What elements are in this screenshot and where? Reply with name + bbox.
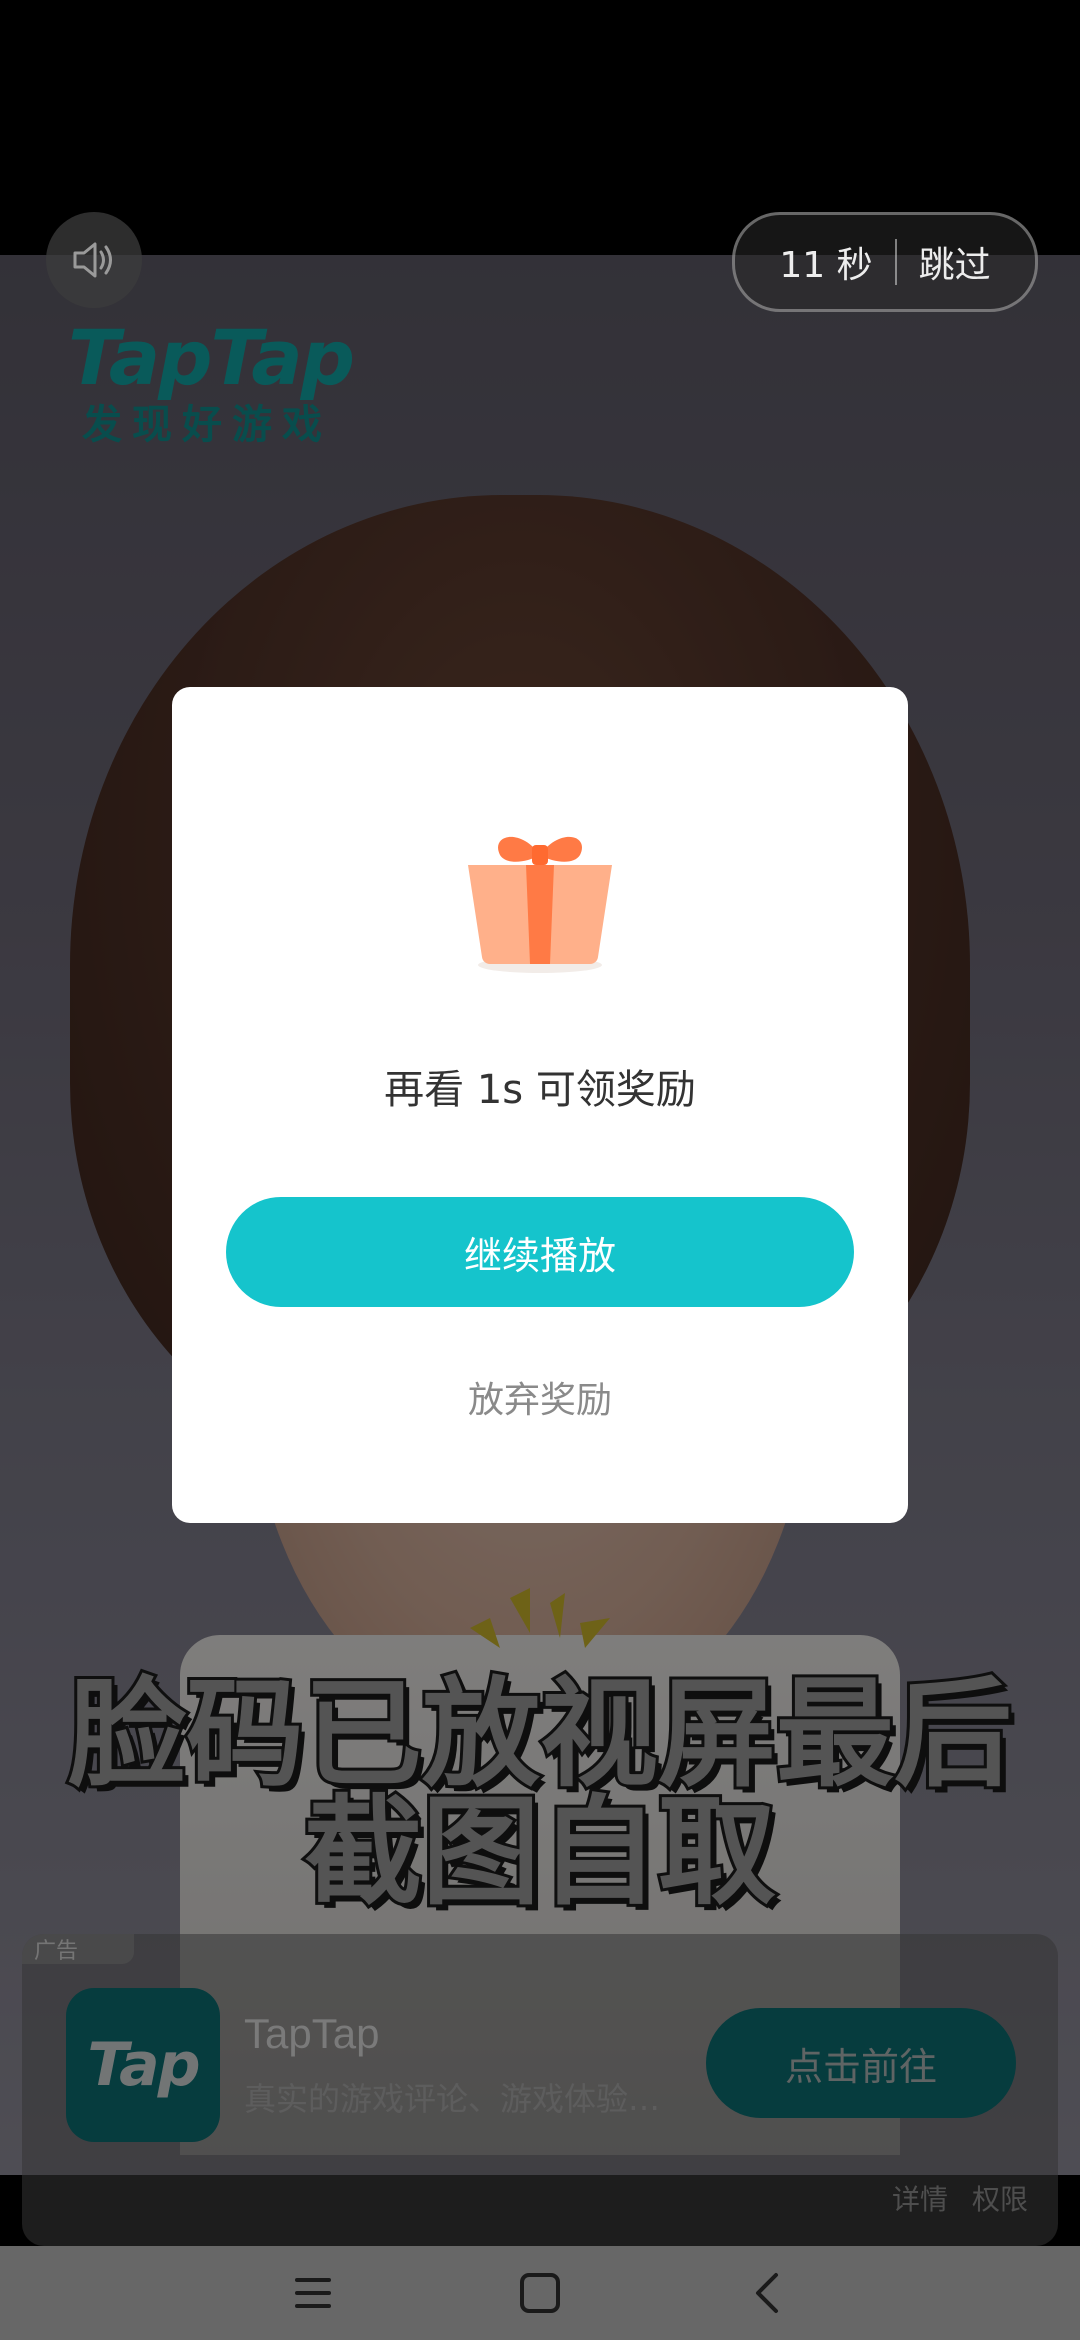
abandon-reward-button[interactable]: 放弃奖励	[172, 1371, 908, 1423]
continue-playing-button[interactable]: 继续播放	[226, 1197, 854, 1307]
nav-home-button[interactable]	[510, 2263, 570, 2323]
gift-icon	[468, 836, 612, 973]
nav-back-button[interactable]	[737, 2263, 797, 2323]
menu-icon	[295, 2278, 332, 2308]
reward-dialog: 再看 1s 可领奖励 继续播放 放弃奖励	[172, 687, 908, 1523]
mute-button[interactable]	[46, 212, 142, 308]
system-nav-bar	[0, 2246, 1080, 2340]
back-icon	[755, 2273, 778, 2313]
skip-timer[interactable]: 11 秒 跳过	[732, 212, 1038, 312]
speaker-icon	[73, 242, 112, 278]
nav-menu-button[interactable]	[283, 2263, 343, 2323]
home-icon	[519, 2273, 560, 2313]
countdown-seconds: 11 秒	[779, 245, 873, 286]
reward-message: 再看 1s 可领奖励	[384, 1067, 696, 1113]
divider	[894, 239, 897, 285]
skip-button[interactable]: 跳过	[919, 236, 991, 288]
